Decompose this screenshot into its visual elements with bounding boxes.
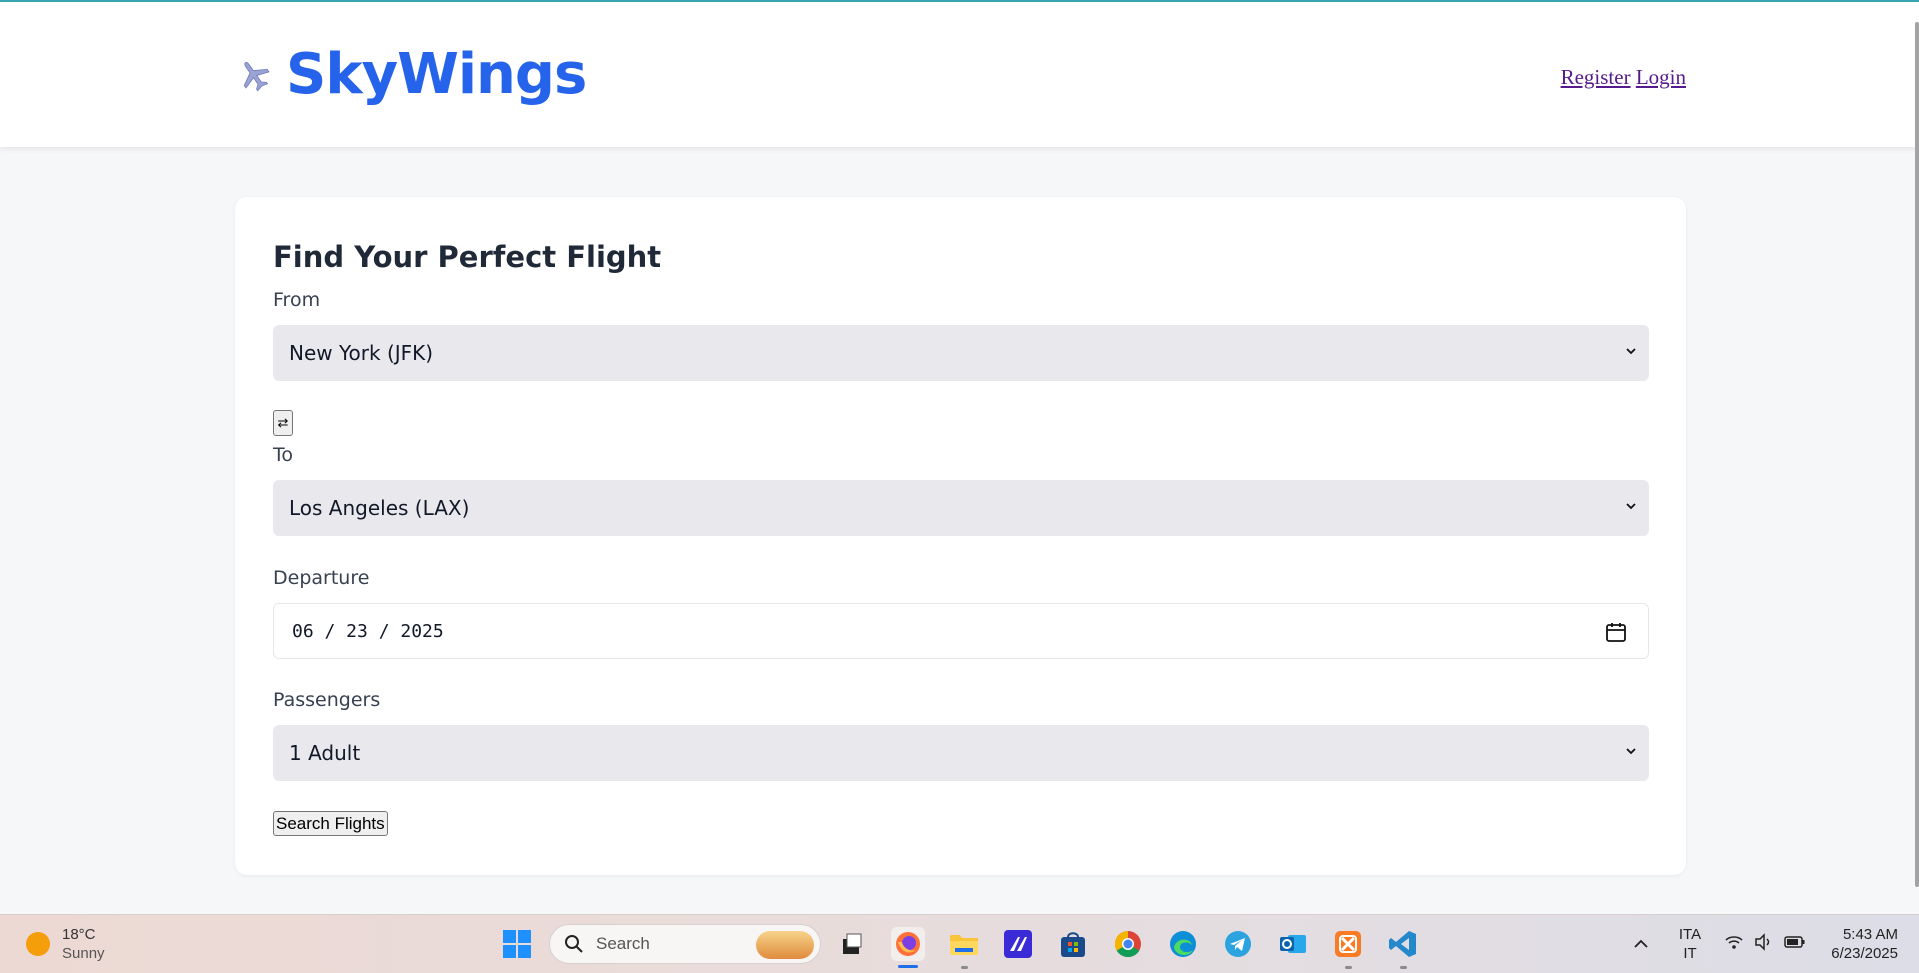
from-label: From — [273, 289, 321, 311]
visual-studio-icon[interactable] — [1001, 927, 1035, 961]
calendar-icon[interactable] — [1604, 620, 1628, 644]
login-link[interactable]: Login — [1636, 65, 1686, 89]
vscode-open-indicator — [1400, 966, 1407, 969]
airplane-icon — [243, 61, 270, 91]
battery-icon — [1784, 936, 1805, 948]
page-scrollbar[interactable] — [1915, 22, 1919, 887]
vscode-icon[interactable] — [1386, 927, 1420, 961]
wifi-icon — [1725, 936, 1743, 949]
to-label: To — [273, 444, 294, 466]
language-indicator[interactable]: ITA IT — [1675, 925, 1705, 963]
search-highlight-image — [756, 931, 814, 959]
edge-icon[interactable] — [1166, 927, 1200, 961]
weather-temperature: 18°C — [62, 926, 96, 943]
tray-overflow-chevron-icon[interactable] — [1633, 935, 1649, 954]
keyboard-layout: IT — [1683, 945, 1697, 962]
to-select-value: Los Angeles (LAX) — [289, 496, 470, 520]
taskbar-search[interactable]: Search — [549, 924, 821, 964]
flight-search-card: Find Your Perfect Flight From New York (… — [235, 197, 1686, 875]
departure-date-input[interactable]: 06 / 23 / 2025 — [273, 603, 1649, 659]
brand-name: SkyWings — [286, 42, 587, 107]
chevron-down-icon — [1626, 503, 1636, 510]
language-code: ITA — [1678, 926, 1702, 943]
passengers-label: Passengers — [273, 689, 381, 711]
to-select[interactable]: Los Angeles (LAX) — [273, 480, 1649, 536]
firefox-active-indicator — [898, 965, 918, 968]
brand[interactable]: SkyWings — [236, 42, 587, 107]
xampp-icon[interactable] — [1331, 927, 1365, 961]
microsoft-store-icon[interactable] — [1056, 927, 1090, 961]
system-tray-icons[interactable] — [1724, 933, 1806, 951]
outlook-icon[interactable] — [1276, 927, 1310, 961]
weather-condition: Sunny — [62, 945, 105, 962]
file-explorer-icon[interactable] — [947, 927, 981, 961]
passengers-select[interactable]: 1 Adult — [273, 725, 1649, 781]
clock-time: 5:43 AM — [1842, 926, 1898, 943]
page-title: Find Your Perfect Flight — [273, 240, 662, 274]
swap-airports-button[interactable]: ⇄ — [273, 410, 293, 436]
search-flights-button[interactable]: Search Flights — [273, 811, 388, 836]
volume-icon — [1755, 933, 1770, 951]
xampp-open-indicator — [1345, 966, 1352, 969]
from-select-value: New York (JFK) — [289, 341, 434, 365]
chevron-down-icon — [1626, 348, 1636, 355]
taskbar-search-placeholder: Search — [596, 934, 650, 953]
search-icon — [565, 935, 583, 953]
explorer-open-indicator — [961, 966, 968, 969]
register-link[interactable]: Register — [1561, 65, 1631, 89]
departure-label: Departure — [273, 567, 370, 589]
sun-icon — [26, 932, 50, 956]
passengers-select-value: 1 Adult — [289, 741, 361, 765]
firefox-icon[interactable] — [891, 927, 925, 961]
start-icon[interactable] — [500, 927, 534, 961]
auth-links: Register Login — [1561, 65, 1686, 90]
windows-taskbar: 18°C Sunny Search ITA IT 5:43 AM 6/23/20… — [0, 914, 1919, 973]
telegram-icon[interactable] — [1221, 927, 1255, 961]
chrome-icon[interactable] — [1111, 927, 1145, 961]
task-view-icon[interactable] — [834, 927, 868, 961]
site-header: SkyWings Register Login — [0, 2, 1919, 147]
clock-date: 6/23/2025 — [1831, 945, 1898, 962]
departure-date-value: 06 / 23 / 2025 — [292, 620, 444, 642]
chevron-down-icon — [1626, 748, 1636, 755]
from-select[interactable]: New York (JFK) — [273, 325, 1649, 381]
weather-widget[interactable]: 18°C Sunny — [26, 925, 105, 963]
clock[interactable]: 5:43 AM 6/23/2025 — [1818, 925, 1898, 963]
